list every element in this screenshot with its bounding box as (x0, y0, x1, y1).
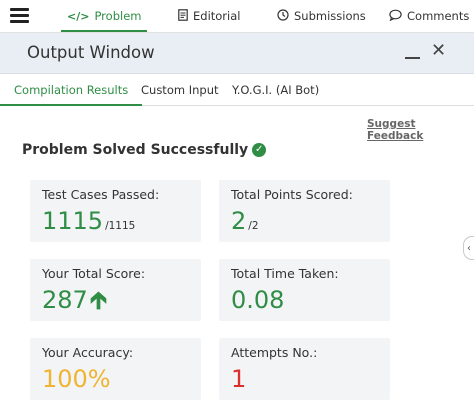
hamburger-menu-icon[interactable] (10, 8, 29, 24)
tab-custom-input[interactable]: Custom Input (141, 74, 219, 105)
close-icon[interactable]: ✕ (431, 41, 446, 61)
tab-problem-label: Problem (94, 9, 142, 23)
speech-bubble-icon (389, 9, 402, 24)
status-text: Problem Solved Successfully (22, 142, 249, 158)
output-window-header: Output Window ✕ (0, 33, 474, 74)
panel-resize-handle-icon[interactable]: ‹ (463, 236, 474, 260)
tab-submissions-label: Submissions (294, 9, 366, 23)
tab-comments[interactable]: Comments (389, 0, 469, 32)
tab-problem[interactable]: </> Problem (60, 0, 149, 32)
test-cases-label: Test Cases Passed: (42, 187, 160, 202)
test-cases-value: 1115 (42, 207, 104, 235)
points-value-wrap: 2/2 (231, 207, 259, 240)
arrow-up-icon: 🡱 (89, 286, 108, 314)
attempts-label: Attempts No.: (231, 345, 318, 360)
minimize-icon[interactable] (405, 57, 420, 59)
time-taken-label: Total Time Taken: (231, 266, 339, 281)
total-score-card: Your Total Score: 287🡱 (30, 259, 201, 321)
tab-yogi-ai-bot[interactable]: Y.O.G.I. (AI Bot) (232, 74, 319, 105)
attempts-value: 1 (231, 365, 247, 393)
total-score-label: Your Total Score: (42, 266, 146, 281)
total-score-value-wrap: 287🡱 (42, 286, 107, 314)
top-nav-bar: </> Problem Editorial Submissions Commen… (0, 0, 474, 33)
tab-editorial[interactable]: Editorial (178, 0, 240, 32)
tab-compilation-results[interactable]: Compilation Results (0, 74, 143, 106)
suggest-feedback-link[interactable]: Suggest Feedback (367, 118, 474, 142)
accuracy-value: 100% (42, 365, 111, 393)
points-label: Total Points Scored: (231, 187, 353, 202)
output-tabs: Compilation Results Custom Input Y.O.G.I… (0, 74, 474, 106)
attempts-card: Attempts No.: 1 (219, 338, 390, 400)
output-window-title: Output Window (27, 43, 155, 62)
tab-editorial-label: Editorial (193, 9, 241, 23)
accuracy-card: Your Accuracy: 100% (30, 338, 201, 400)
check-circle-icon: ✓ (252, 143, 267, 157)
code-icon: </> (67, 9, 90, 23)
tab-submissions[interactable]: Submissions (277, 0, 366, 32)
tab-comments-label: Comments (407, 9, 470, 23)
accuracy-label: Your Accuracy: (42, 345, 134, 360)
points-total: /2 (248, 220, 259, 232)
points-value: 2 (231, 207, 247, 235)
total-score-value: 287 (42, 286, 88, 314)
test-cases-total: /1115 (105, 220, 136, 232)
time-taken-value: 0.08 (231, 286, 285, 314)
status-message: Problem Solved Successfully ✓ (22, 142, 267, 158)
time-taken-card: Total Time Taken: 0.08 (219, 259, 390, 321)
test-cases-card: Test Cases Passed: 1115/1115 (30, 180, 201, 242)
points-card: Total Points Scored: 2/2 (219, 180, 390, 242)
test-cases-value-wrap: 1115/1115 (42, 207, 135, 240)
clock-icon (277, 8, 289, 24)
document-icon (178, 8, 188, 24)
